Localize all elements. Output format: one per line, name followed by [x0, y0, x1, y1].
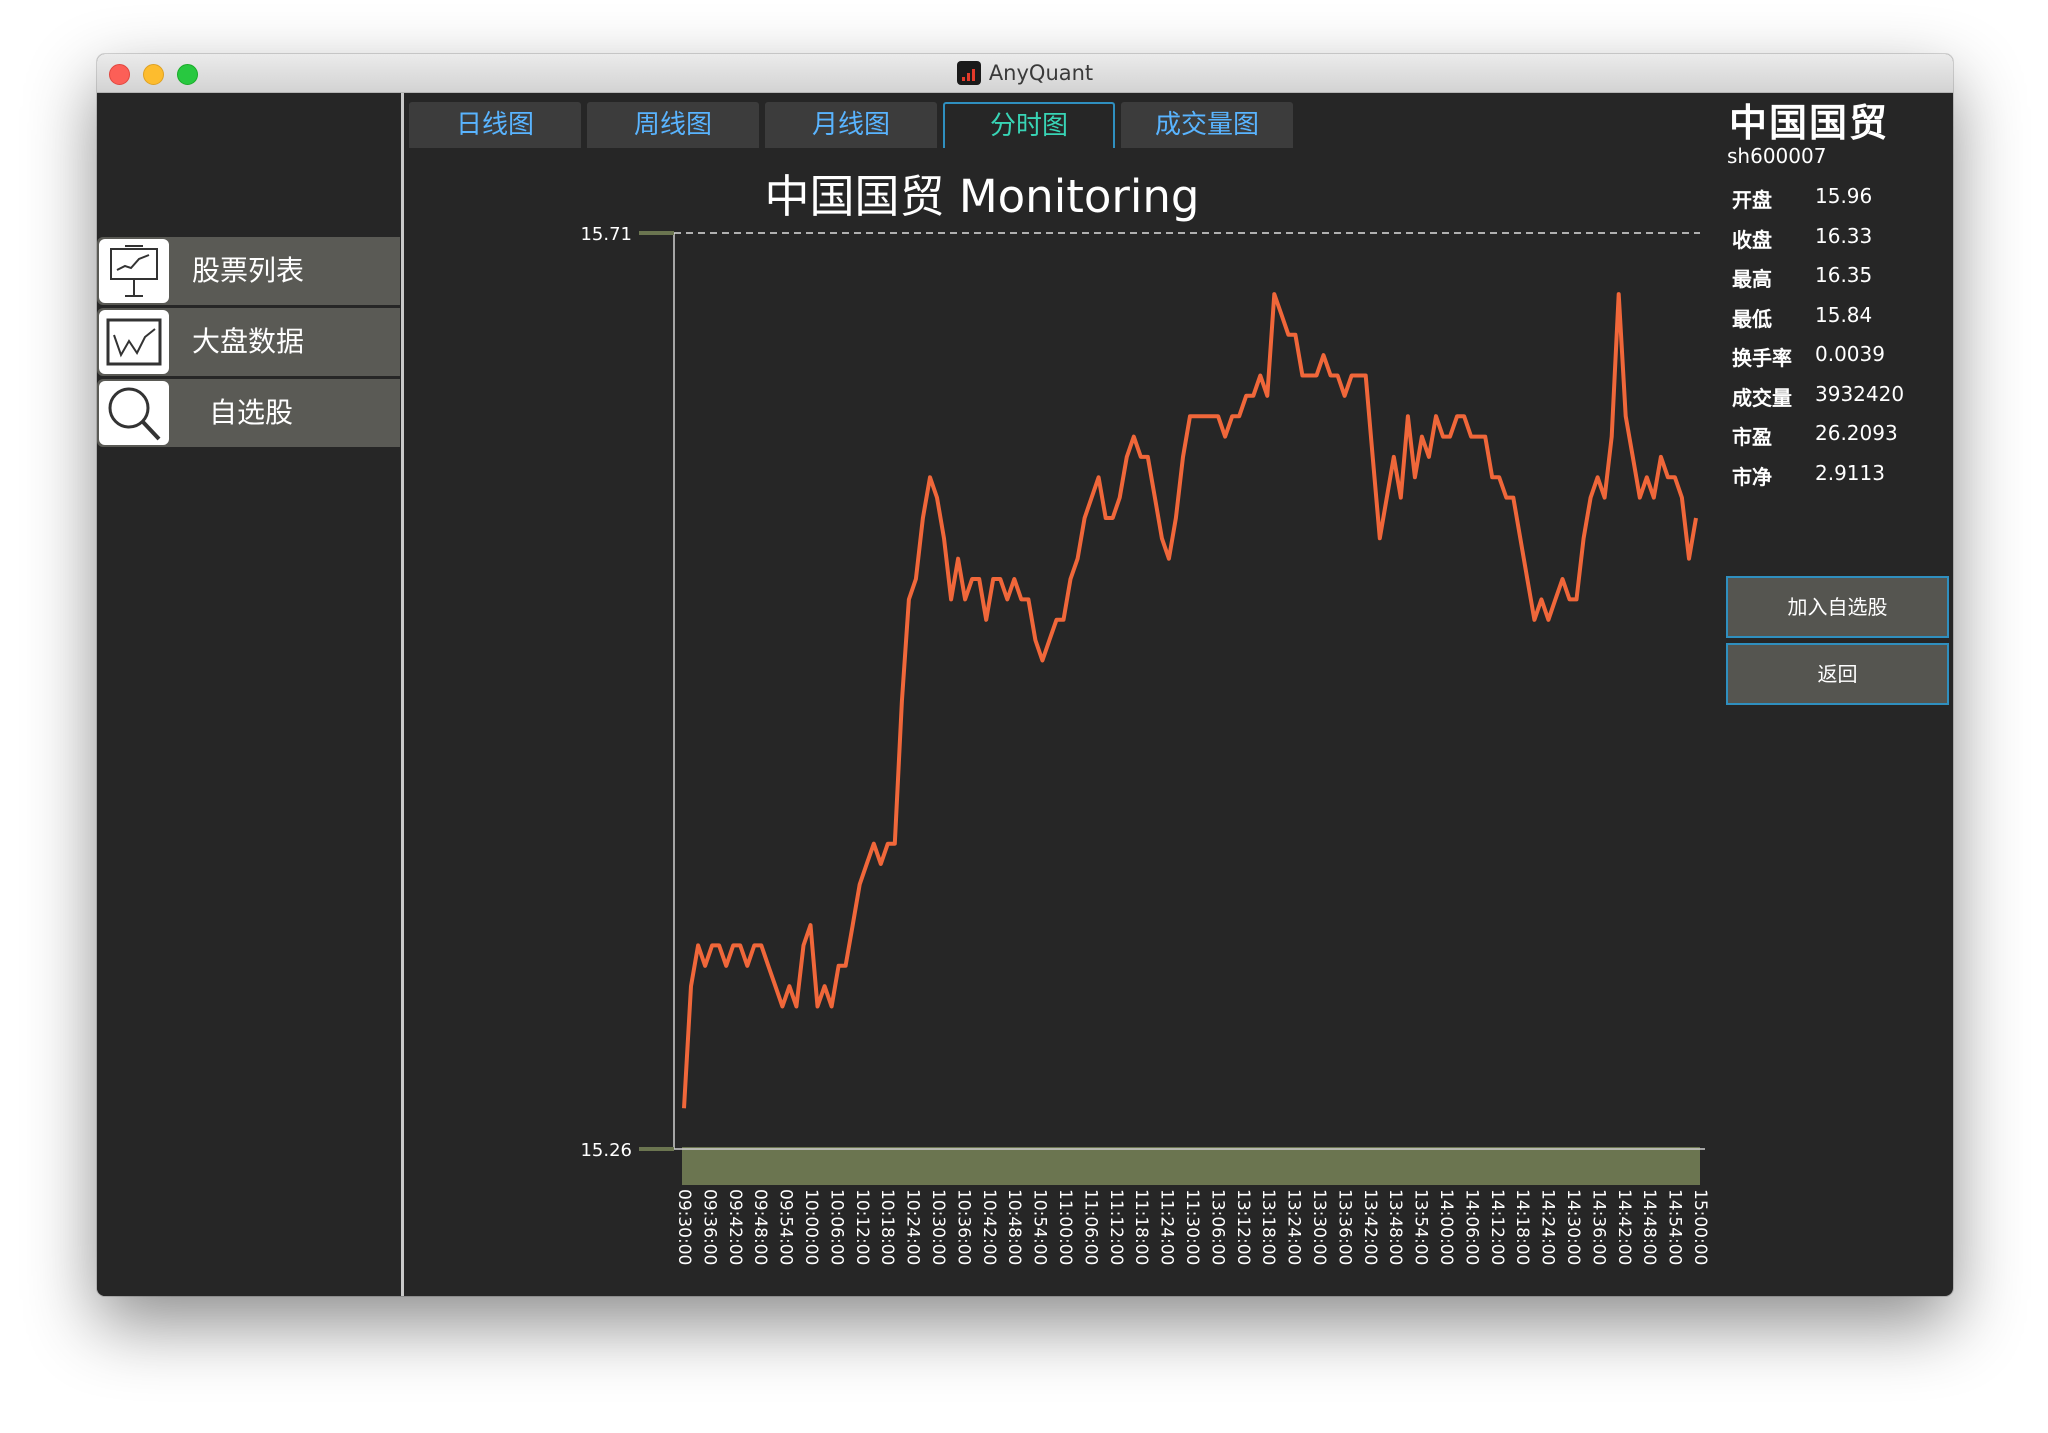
- y-tick-mark: [639, 1147, 674, 1151]
- x-tick-label: 14:48:00: [1639, 1189, 1659, 1265]
- stock-code: sh600007: [1727, 144, 1827, 168]
- x-tick-label: 10:42:00: [979, 1189, 999, 1265]
- price-line: [682, 292, 1698, 1109]
- info-value-close: 16.33: [1815, 224, 1873, 248]
- info-value-pb: 2.9113: [1815, 461, 1885, 485]
- x-tick-label: 11:18:00: [1131, 1189, 1151, 1265]
- x-tick-label: 14:36:00: [1588, 1189, 1608, 1265]
- x-tick-label: 09:48:00: [750, 1189, 770, 1265]
- x-tick-label: 11:00:00: [1055, 1189, 1075, 1265]
- x-tick-label: 13:12:00: [1233, 1189, 1253, 1265]
- info-label-pb: 市净: [1732, 465, 1772, 489]
- y-tick-mark: [639, 231, 674, 235]
- info-value-high: 16.35: [1815, 263, 1873, 287]
- x-tick-label: 09:36:00: [699, 1189, 719, 1265]
- x-tick-label: 10:12:00: [852, 1189, 872, 1265]
- x-tick-label: 10:00:00: [801, 1189, 821, 1265]
- x-tick-label: 13:24:00: [1284, 1189, 1304, 1265]
- info-value-turnover: 0.0039: [1815, 342, 1885, 366]
- x-tick-label: 14:24:00: [1538, 1189, 1558, 1265]
- info-label-volume: 成交量: [1732, 386, 1792, 410]
- x-tick-label: 09:30:00: [674, 1189, 694, 1265]
- y-tick-label: 15.26: [580, 1140, 632, 1161]
- info-value-pe: 26.2093: [1815, 421, 1898, 445]
- x-tick-label: 10:48:00: [1004, 1189, 1024, 1265]
- x-tick-label: 14:12:00: [1487, 1189, 1507, 1265]
- x-tick-label: 15:00:00: [1690, 1189, 1710, 1265]
- back-button[interactable]: 返回: [1726, 643, 1949, 705]
- x-tick-label: 13:18:00: [1258, 1189, 1278, 1265]
- x-tick-label: 11:12:00: [1106, 1189, 1126, 1265]
- info-label-high: 最高: [1732, 267, 1772, 291]
- x-tick-label: 09:54:00: [776, 1189, 796, 1265]
- app-window: AnyQuant 股票列表 大盘数据 自选股 日线图 周线图 月线图 分时图 成…: [97, 54, 1953, 1296]
- info-value-low: 15.84: [1815, 303, 1873, 327]
- chart-title: 中国国贸 Monitoring: [764, 170, 1200, 223]
- x-tick-label: 14:30:00: [1563, 1189, 1583, 1265]
- stock-name: 中国国贸: [1729, 101, 1890, 145]
- x-tick-label: 13:30:00: [1309, 1189, 1329, 1265]
- y-tick-label: 15.71: [580, 224, 632, 245]
- x-tick-label: 11:06:00: [1080, 1189, 1100, 1265]
- x-tick-label: 13:54:00: [1411, 1189, 1431, 1265]
- x-tick-label: 14:42:00: [1614, 1189, 1634, 1265]
- x-tick-label: 13:06:00: [1207, 1189, 1227, 1265]
- x-tick-label: 11:24:00: [1157, 1189, 1177, 1265]
- x-tick-label: 10:06:00: [826, 1189, 846, 1265]
- x-tick-label: 10:54:00: [1030, 1189, 1050, 1265]
- intraday-chart: 15.71 15.26 09:30:00 09:36:00 09:42:00 09:48:…: [580, 224, 1710, 1265]
- info-label-low: 最低: [1732, 307, 1772, 331]
- info-value-volume: 3932420: [1815, 382, 1905, 406]
- x-tick-label: 10:36:00: [953, 1189, 973, 1265]
- info-label-pe: 市盈: [1732, 425, 1772, 449]
- x-tick-label: 13:42:00: [1360, 1189, 1380, 1265]
- x-tick-label: 09:42:00: [725, 1189, 745, 1265]
- x-tick-label: 10:30:00: [928, 1189, 948, 1265]
- x-tick-label: 14:18:00: [1512, 1189, 1532, 1265]
- info-value-open: 15.96: [1815, 184, 1873, 208]
- x-tick-label: 14:54:00: [1665, 1189, 1685, 1265]
- x-axis-band: [682, 1147, 1700, 1185]
- x-tick-label: 14:06:00: [1461, 1189, 1481, 1265]
- x-tick-label: 13:48:00: [1385, 1189, 1405, 1265]
- info-label-close: 收盘: [1732, 228, 1772, 252]
- info-label-open: 开盘: [1732, 188, 1772, 212]
- x-tick-label: 10:24:00: [903, 1189, 923, 1265]
- x-tick-label: 11:30:00: [1182, 1189, 1202, 1265]
- add-to-watchlist-button[interactable]: 加入自选股: [1726, 576, 1949, 638]
- x-tick-label: 13:36:00: [1334, 1189, 1354, 1265]
- x-tick-label: 10:18:00: [877, 1189, 897, 1265]
- x-tick-label: 14:00:00: [1436, 1189, 1456, 1265]
- info-label-turnover: 换手率: [1732, 346, 1792, 370]
